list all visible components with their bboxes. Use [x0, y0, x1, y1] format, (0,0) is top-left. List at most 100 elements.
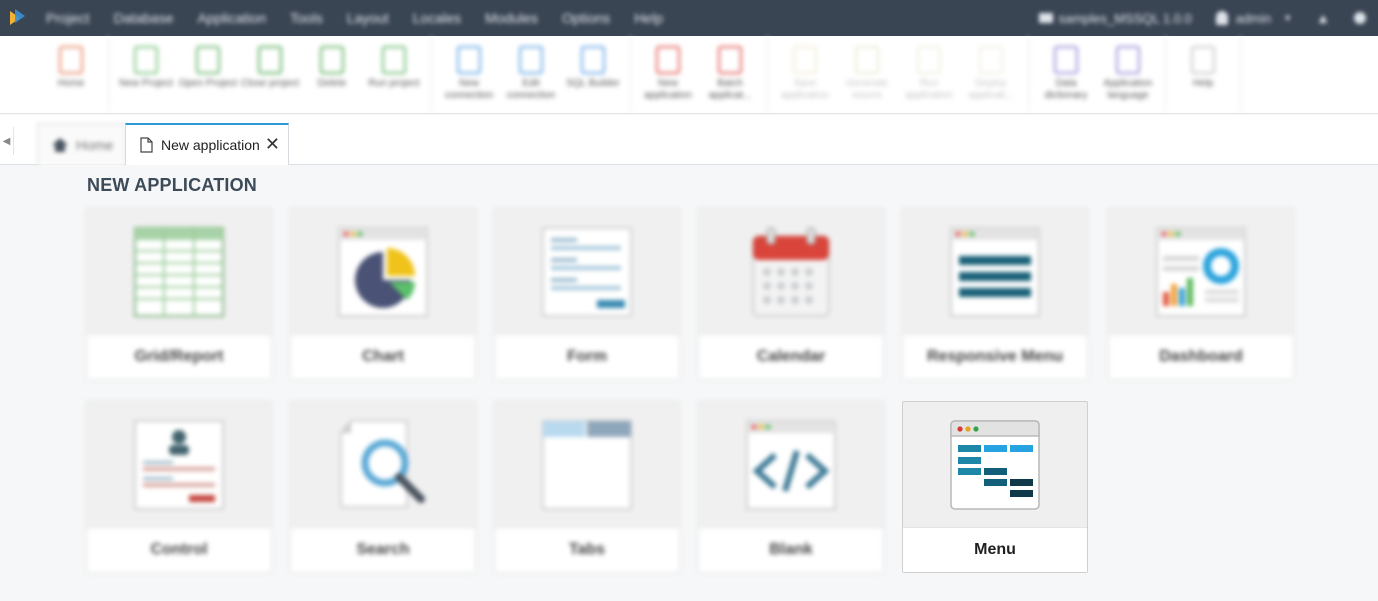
calendar-icon [699, 209, 883, 335]
toolbar-button-data-dictionary[interactable]: Data dictionary [1035, 36, 1097, 113]
card-label: Dashboard [1109, 334, 1293, 379]
toolbar-button-label: Deploy applicati... [968, 78, 1014, 101]
toolbar-button-sql-builder[interactable]: SQL Builder [562, 36, 624, 113]
toolbar-button-home[interactable]: Home [40, 36, 102, 113]
toolbar-button-run-project[interactable]: Run project [363, 36, 425, 113]
toolbar-icon [258, 46, 282, 74]
tabs-icon [495, 402, 679, 528]
toolbar-group: Data dictionary Application language [1029, 36, 1166, 113]
toolbar-button-label: Home [57, 78, 85, 89]
toolbar-button-label: Batch applicat... [708, 78, 752, 101]
toolbar-button-save-application[interactable]: Save application [774, 36, 836, 113]
card-form[interactable]: Form [494, 208, 680, 380]
card-label: Chart [291, 334, 475, 379]
toolbar-button-new-application[interactable]: New application [637, 36, 699, 113]
card-grid-report[interactable]: Grid/Report [86, 208, 272, 380]
toolbar: Home New Project Open Project Close project… [0, 36, 1378, 114]
card-responsive-menu[interactable]: Responsive Menu [902, 208, 1088, 380]
toolbar-button-label: Open Project [178, 78, 238, 89]
toolbar-button-label: Run project [368, 78, 420, 89]
toolbar-icon [917, 46, 941, 74]
toolbar-button-application-language[interactable]: Application language [1097, 36, 1159, 113]
toolbar-icon [196, 46, 220, 74]
menu-locales[interactable]: Locales [401, 0, 473, 36]
project-name: samples_MSSQL 1.0.0 [1058, 10, 1192, 26]
toolbar-group: New connection Edit connection SQL Builder [432, 36, 631, 113]
menu-project[interactable]: Project [34, 0, 102, 36]
toolbar-button-new-connection[interactable]: New connection [438, 36, 500, 113]
toolbar-button-label: New connection [444, 78, 494, 101]
page-title: NEW APPLICATION [87, 175, 257, 195]
toolbar-group: Home [34, 36, 109, 113]
menu-modules[interactable]: Modules [473, 0, 550, 36]
form-icon [495, 209, 679, 335]
toolbar-button-label: Help [1192, 78, 1214, 89]
search-icon [291, 402, 475, 528]
toolbar-group: New Project Open Project Close project Dele… [109, 36, 432, 113]
file-icon [140, 137, 153, 153]
card-control[interactable]: Control [86, 401, 272, 573]
menu-help[interactable]: Help [622, 0, 675, 36]
toolbar-button-help[interactable]: Help [1172, 36, 1234, 113]
home-icon [52, 137, 68, 152]
toolbar-icon [1054, 46, 1078, 74]
card-search[interactable]: Search [290, 401, 476, 573]
toolbar-button-generate-source[interactable]: Generate source [836, 36, 898, 113]
toolbar-icon [656, 46, 680, 74]
user-icon [1215, 11, 1228, 25]
tab-home[interactable]: Home [37, 123, 126, 165]
menu-layout[interactable]: Layout [335, 0, 401, 36]
app-logo [0, 0, 34, 36]
card-chart[interactable]: Chart [290, 208, 476, 380]
toolbar-button-deploy-applicati[interactable]: Deploy applicati... [960, 36, 1022, 113]
toolbar-group: Help [1166, 36, 1241, 113]
card-tabs[interactable]: Tabs [494, 401, 680, 573]
settings-button[interactable] [1342, 0, 1378, 36]
tab-scroll-left-button[interactable]: ◀ [0, 127, 14, 155]
card-blank[interactable]: Blank [698, 401, 884, 573]
menu-options[interactable]: Options [550, 0, 622, 36]
toolbar-button-label: Generate source [846, 78, 888, 101]
toolbar-button-open-project[interactable]: Open Project [177, 36, 239, 113]
notifications-button[interactable]: ▲ [1304, 0, 1342, 36]
card-dashboard[interactable]: Dashboard [1108, 208, 1294, 380]
user-menu[interactable]: admin ▼ [1204, 0, 1304, 36]
toolbar-button-run-application[interactable]: Run application [898, 36, 960, 113]
card-label: Search [291, 527, 475, 572]
close-icon[interactable]: ✕ [265, 134, 280, 154]
toolbar-icon [519, 46, 543, 74]
blank-code-icon [699, 402, 883, 528]
toolbar-button-new-project[interactable]: New Project [115, 36, 177, 113]
menu-database[interactable]: Database [102, 0, 186, 36]
toolbar-icon [979, 46, 1003, 74]
toolbar-button-label: Application language [1103, 78, 1153, 101]
toolbar-icon [320, 46, 344, 74]
responsive-menu-icon [903, 209, 1087, 335]
toolbar-icon [581, 46, 605, 74]
card-label: Responsive Menu [903, 334, 1087, 379]
toolbar-button-label: New Project [119, 78, 173, 89]
project-selector[interactable]: samples_MSSQL 1.0.0 [1027, 0, 1204, 36]
toolbar-button-label: Delete [317, 78, 347, 89]
toolbar-button-label: Save application [781, 78, 829, 101]
menubar: Project Database Application Tools Layou… [0, 0, 1378, 36]
card-label: Tabs [495, 527, 679, 572]
chart-icon [291, 209, 475, 335]
chevron-down-icon: ▼ [1283, 13, 1293, 23]
toolbar-button-delete[interactable]: Delete [301, 36, 363, 113]
folder-icon [1038, 13, 1053, 23]
toolbar-icon [59, 46, 83, 74]
grid-report-icon [87, 209, 271, 335]
toolbar-button-batch-applicat[interactable]: Batch applicat... [699, 36, 761, 113]
card-label: Calendar [699, 334, 883, 379]
tab-new-application[interactable]: New application ✕ [125, 123, 289, 165]
menu-tools[interactable]: Tools [278, 0, 335, 36]
toolbar-button-edit-connection[interactable]: Edit connection [500, 36, 562, 113]
menu-application[interactable]: Application [186, 0, 279, 36]
card-menu[interactable]: Menu [902, 401, 1088, 573]
toolbar-icon [382, 46, 406, 74]
toolbar-button-close-project[interactable]: Close project [239, 36, 301, 113]
card-calendar[interactable]: Calendar [698, 208, 884, 380]
toolbar-icon [855, 46, 879, 74]
toolbar-icon [457, 46, 481, 74]
